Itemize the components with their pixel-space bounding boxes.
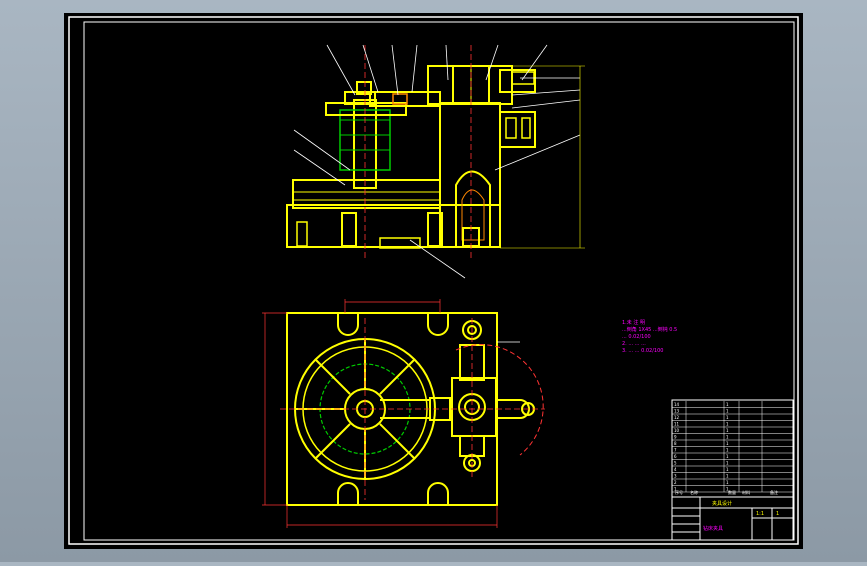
drawing-sheet bbox=[64, 13, 803, 549]
tech-note-line: ... 0.02/100 bbox=[622, 334, 651, 340]
header-name: 名称 bbox=[690, 489, 698, 495]
parts-cell-no: 14 bbox=[674, 402, 680, 407]
header-material: 材料 bbox=[742, 489, 750, 495]
header-qty: 数量 bbox=[728, 489, 736, 495]
parts-cell-no: 12 bbox=[674, 415, 680, 420]
parts-cell-no: 13 bbox=[674, 409, 680, 414]
tech-note-line: 1.未 注 明 bbox=[622, 319, 645, 326]
drawing-subtitle: 钻床夹具 bbox=[703, 525, 723, 532]
header-no: 序号 bbox=[675, 489, 683, 495]
header-note: 备注 bbox=[770, 489, 778, 495]
tech-note-line: 2. ... ... ... bbox=[622, 341, 646, 347]
cad-viewer: 1.未 注 明 ...倒角 1X45 ...倒钝 0.5 ... 0.02/10… bbox=[0, 0, 867, 562]
tech-note-line: ...倒角 1X45 ...倒钝 0.5 bbox=[622, 326, 677, 333]
cad-drawing-canvas[interactable]: 1.未 注 明 ...倒角 1X45 ...倒钝 0.5 ... 0.02/10… bbox=[0, 0, 867, 562]
drawing-title: 夹具设计 bbox=[712, 500, 732, 507]
parts-cell-no: 11 bbox=[674, 422, 680, 427]
tech-note-line: 3. ... ... 0.02/100 bbox=[622, 348, 663, 354]
drawing-scale: 1:1 bbox=[756, 511, 764, 517]
parts-cell-no: 10 bbox=[674, 428, 680, 433]
drawing-sheet-number: 1 bbox=[776, 511, 779, 517]
